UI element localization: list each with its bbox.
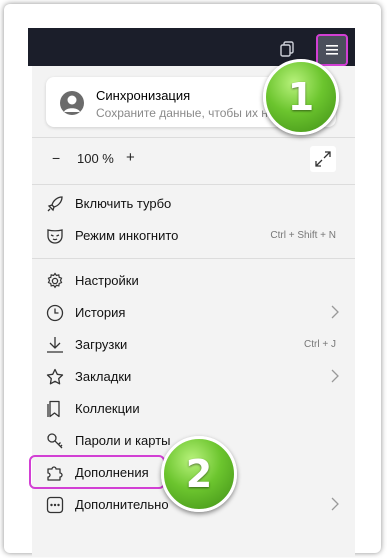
zoom-in-button[interactable]: + [126, 149, 135, 166]
addons-highlight [29, 455, 165, 489]
shortcut-hint: Ctrl + Shift + N [270, 230, 336, 241]
menu-item-settings[interactable]: Настройки [32, 265, 355, 297]
main-menu-button[interactable] [316, 34, 348, 66]
chevron-right-icon [331, 497, 339, 511]
avatar-icon [60, 91, 84, 115]
menu-item-label: Пароли и карты [75, 433, 171, 448]
rocket-icon [47, 196, 63, 212]
step-badge-1: 1 [263, 59, 339, 135]
download-icon [47, 337, 63, 353]
sync-title: Синхронизация [96, 88, 191, 103]
menu-item-turbo[interactable]: Включить турбо [32, 188, 355, 220]
fullscreen-button[interactable] [310, 146, 336, 172]
chevron-right-icon [331, 369, 339, 383]
menu-item-label: Включить турбо [75, 196, 172, 211]
chevron-right-icon [331, 305, 339, 319]
menu-item-label: Дополнительно [75, 497, 169, 512]
mask-icon [47, 229, 63, 244]
menu-item-incognito[interactable]: Режим инкогнито Ctrl + Shift + N [32, 220, 355, 252]
divider [32, 258, 355, 259]
collections-icon [47, 400, 60, 418]
hamburger-icon [326, 45, 338, 55]
key-icon [47, 433, 63, 449]
menu-item-label: Режим инкогнито [75, 228, 179, 243]
gear-icon [47, 272, 63, 289]
copy-icon[interactable] [280, 41, 294, 57]
shortcut-hint: Ctrl + J [304, 339, 336, 350]
step-badge-2: 2 [161, 436, 237, 512]
divider [32, 137, 355, 138]
menu-item-label: История [75, 305, 126, 320]
menu-item-bookmarks[interactable]: Закладки [32, 361, 355, 393]
menu-item-history[interactable]: История [32, 297, 355, 329]
zoom-level: 100 % [77, 151, 114, 166]
fullscreen-icon [315, 151, 331, 167]
clock-icon [46, 304, 64, 322]
more-icon [46, 496, 64, 514]
menu-item-label: Закладки [75, 369, 132, 384]
menu-item-collections[interactable]: Коллекции [32, 393, 355, 425]
menu-item-label: Настройки [75, 273, 139, 288]
zoom-out-button[interactable]: − [52, 150, 60, 166]
menu-item-label: Коллекции [75, 401, 140, 416]
sync-subtitle: Сохраните данные, чтобы их на [96, 106, 275, 120]
menu-item-label: Загрузки [75, 337, 128, 352]
star-icon [46, 368, 64, 385]
divider [32, 184, 355, 185]
menu-item-downloads[interactable]: Загрузки Ctrl + J [32, 329, 355, 361]
